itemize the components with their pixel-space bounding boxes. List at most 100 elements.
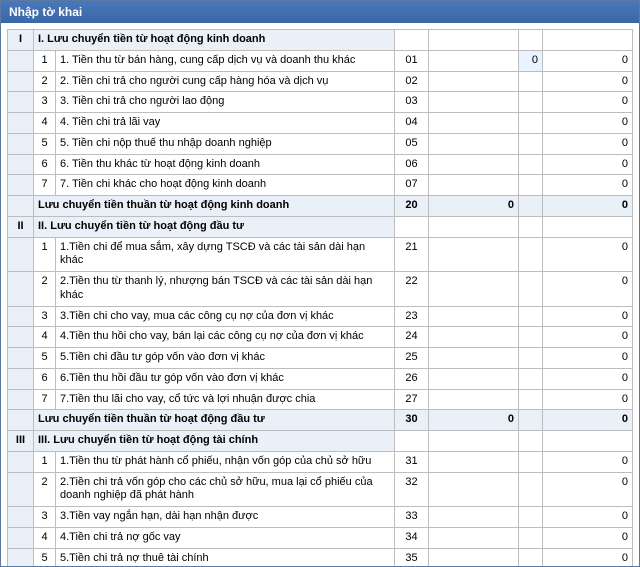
row-index: 4 xyxy=(34,113,56,134)
row-value-1[interactable] xyxy=(429,472,519,507)
row-value-3[interactable]: 0 xyxy=(543,154,633,175)
row-value-2[interactable] xyxy=(519,133,543,154)
row-value-2[interactable] xyxy=(519,113,543,134)
row-value-3[interactable]: 0 xyxy=(543,327,633,348)
row-index: 5 xyxy=(34,348,56,369)
row-value-3[interactable]: 0 xyxy=(543,113,633,134)
row-desc: 4.Tiền chi trả nợ gốc vay xyxy=(56,527,395,548)
row-value-2[interactable] xyxy=(519,527,543,548)
section-header: II. Lưu chuyển tiền từ hoạt động kinh do… xyxy=(8,30,633,51)
row-value-1[interactable] xyxy=(429,92,519,113)
row-value-3[interactable]: 0 xyxy=(543,50,633,71)
row-desc: 7. Tiền chi khác cho hoạt động kinh doan… xyxy=(56,175,395,196)
row-value-2[interactable] xyxy=(519,92,543,113)
row-desc: 6. Tiền thu khác từ hoạt động kinh doanh xyxy=(56,154,395,175)
row-value-2[interactable] xyxy=(519,175,543,196)
row-value-2[interactable] xyxy=(519,389,543,410)
section-gutter xyxy=(8,327,34,348)
row-value-1[interactable] xyxy=(429,348,519,369)
row-value-3[interactable]: 0 xyxy=(543,272,633,307)
cell-v3 xyxy=(543,30,633,51)
row-code: 25 xyxy=(395,348,429,369)
row-value-1[interactable] xyxy=(429,154,519,175)
row-value-1[interactable] xyxy=(429,548,519,566)
row-value-2[interactable] xyxy=(519,306,543,327)
section-header: IIIIII. Lưu chuyển tiền từ hoạt động tài… xyxy=(8,431,633,452)
row-code: 24 xyxy=(395,327,429,348)
cell-v3 xyxy=(543,431,633,452)
section-gutter xyxy=(8,175,34,196)
row-value-3[interactable]: 0 xyxy=(543,348,633,369)
row-code: 21 xyxy=(395,237,429,272)
row-value-1[interactable] xyxy=(429,451,519,472)
subtotal-code: 20 xyxy=(395,196,429,217)
row-code: 07 xyxy=(395,175,429,196)
row-value-2[interactable] xyxy=(519,548,543,566)
row-index: 7 xyxy=(34,389,56,410)
row-index: 1 xyxy=(34,50,56,71)
row-value-2[interactable] xyxy=(519,154,543,175)
section-title: II. Lưu chuyển tiền từ hoạt động đầu tư xyxy=(34,216,395,237)
row-value-2[interactable] xyxy=(519,507,543,528)
table-row: 4 4.Tiền thu hồi cho vay, bán lại các cô… xyxy=(8,327,633,348)
row-value-1[interactable] xyxy=(429,175,519,196)
row-value-3[interactable]: 0 xyxy=(543,71,633,92)
row-value-1[interactable] xyxy=(429,272,519,307)
row-value-1[interactable] xyxy=(429,113,519,134)
row-value-1[interactable] xyxy=(429,237,519,272)
section-gutter xyxy=(8,348,34,369)
section-gutter xyxy=(8,507,34,528)
row-value-1[interactable] xyxy=(429,527,519,548)
row-value-2[interactable] xyxy=(519,71,543,92)
section-gutter xyxy=(8,237,34,272)
row-value-3[interactable]: 0 xyxy=(543,175,633,196)
row-value-3[interactable]: 0 xyxy=(543,507,633,528)
row-value-3[interactable]: 0 xyxy=(543,133,633,154)
row-value-2[interactable] xyxy=(519,348,543,369)
row-value-3[interactable]: 0 xyxy=(543,306,633,327)
cell-v2 xyxy=(519,216,543,237)
section-header: IIII. Lưu chuyển tiền từ hoạt động đầu t… xyxy=(8,216,633,237)
cell-code xyxy=(395,216,429,237)
row-desc: 4.Tiền thu hồi cho vay, bán lại các công… xyxy=(56,327,395,348)
row-value-1[interactable] xyxy=(429,133,519,154)
cell-v1 xyxy=(429,30,519,51)
section-gutter xyxy=(8,389,34,410)
section-roman: III xyxy=(8,431,34,452)
row-code: 03 xyxy=(395,92,429,113)
row-value-3[interactable]: 0 xyxy=(543,389,633,410)
row-value-2[interactable] xyxy=(519,451,543,472)
row-code: 27 xyxy=(395,389,429,410)
row-value-3[interactable]: 0 xyxy=(543,527,633,548)
row-value-3[interactable]: 0 xyxy=(543,237,633,272)
row-value-3[interactable]: 0 xyxy=(543,451,633,472)
row-index: 4 xyxy=(34,527,56,548)
row-value-2[interactable] xyxy=(519,327,543,348)
row-value-2[interactable] xyxy=(519,272,543,307)
row-value-2[interactable]: 0 xyxy=(519,50,543,71)
row-value-2[interactable] xyxy=(519,368,543,389)
window-title: Nhập tờ khai xyxy=(9,5,82,19)
row-index: 1 xyxy=(34,451,56,472)
section-gutter xyxy=(8,196,34,217)
row-value-2[interactable] xyxy=(519,237,543,272)
row-value-3[interactable]: 0 xyxy=(543,548,633,566)
row-desc: 5. Tiền chi nộp thuế thu nhập doanh nghi… xyxy=(56,133,395,154)
row-value-2[interactable] xyxy=(519,472,543,507)
row-value-1[interactable] xyxy=(429,368,519,389)
row-value-3[interactable]: 0 xyxy=(543,368,633,389)
subtotal-value-1: 0 xyxy=(429,410,519,431)
row-value-1[interactable] xyxy=(429,50,519,71)
table-row: 1 1.Tiền chi để mua sắm, xây dựng TSCĐ v… xyxy=(8,237,633,272)
row-value-1[interactable] xyxy=(429,71,519,92)
table-row: 1 1.Tiền thu từ phát hành cổ phiếu, nhận… xyxy=(8,451,633,472)
row-value-3[interactable]: 0 xyxy=(543,472,633,507)
row-value-1[interactable] xyxy=(429,389,519,410)
row-value-3[interactable]: 0 xyxy=(543,92,633,113)
row-value-1[interactable] xyxy=(429,327,519,348)
row-value-1[interactable] xyxy=(429,306,519,327)
row-value-1[interactable] xyxy=(429,507,519,528)
row-desc: 2.Tiền chi trả vốn góp cho các chủ sở hữ… xyxy=(56,472,395,507)
table-row: 5 5. Tiền chi nộp thuế thu nhập doanh ng… xyxy=(8,133,633,154)
row-index: 4 xyxy=(34,327,56,348)
